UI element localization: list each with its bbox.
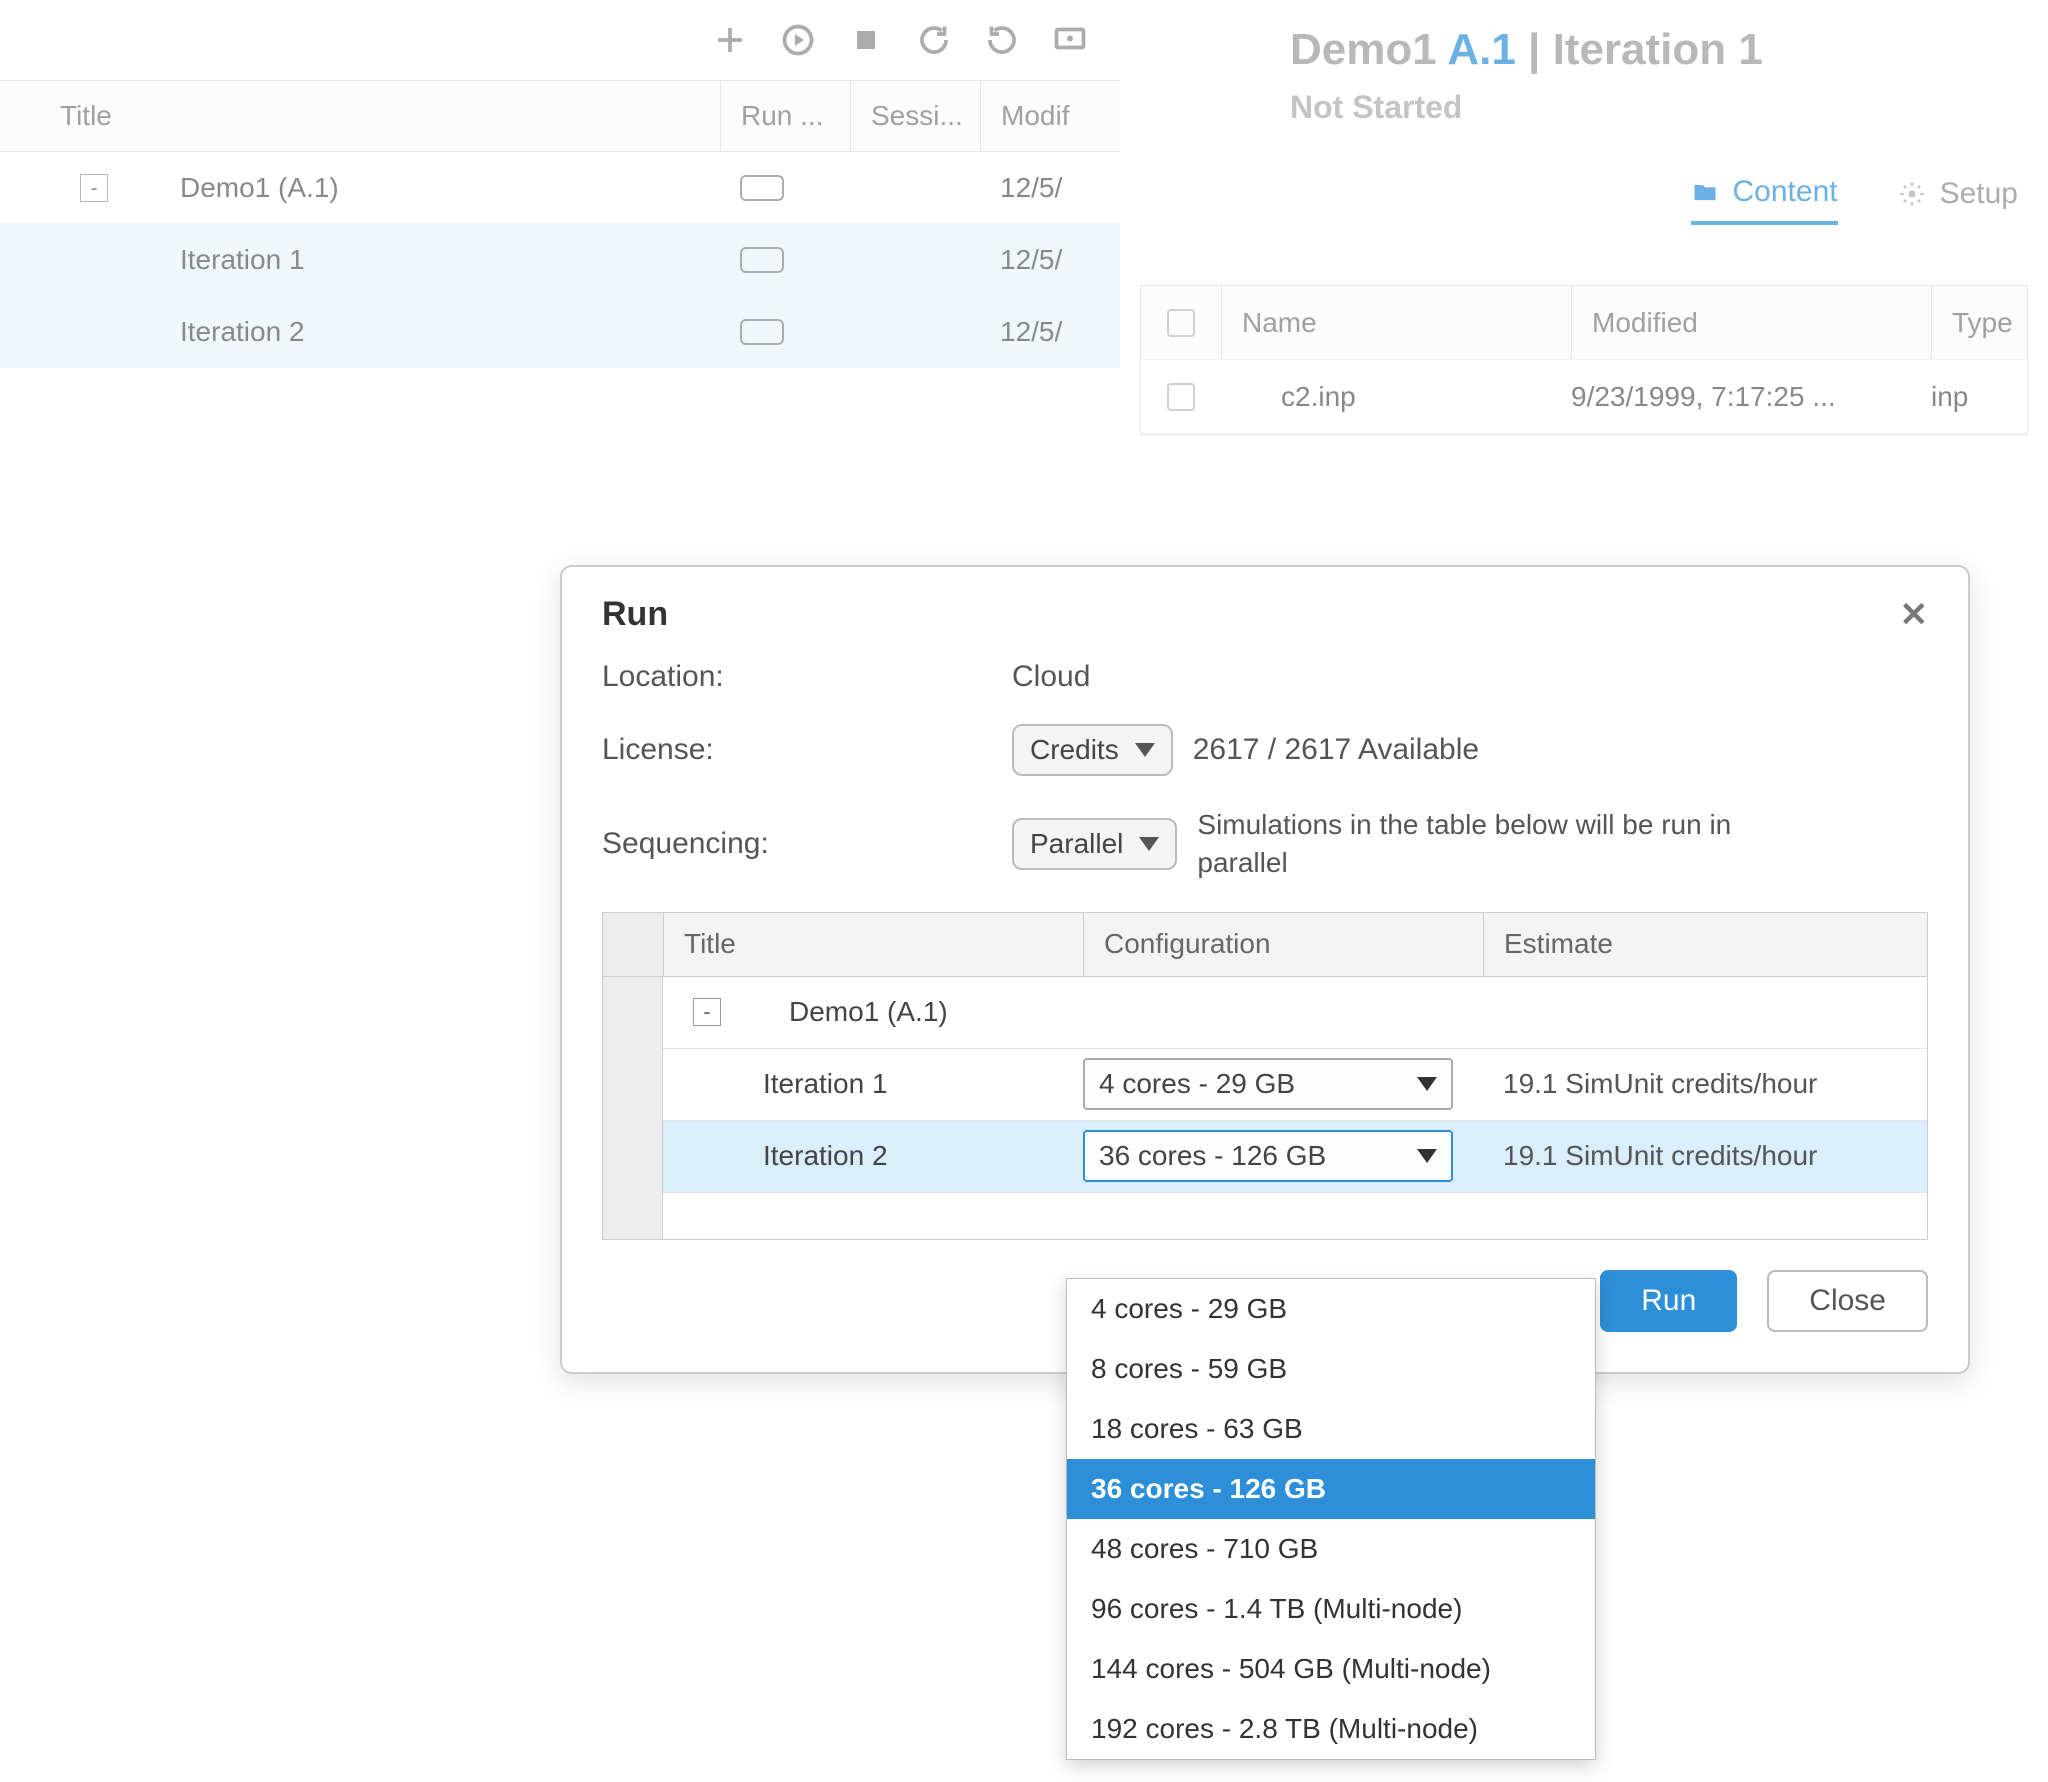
grid-row[interactable]: Iteration 1 4 cores - 29 GB 19.1 SimUnit c… xyxy=(663,1049,1927,1121)
sequencing-select[interactable]: Parallel xyxy=(1012,818,1177,870)
sequencing-hint: Simulations in the table below will be r… xyxy=(1197,806,1737,882)
run-dialog: Run ✕ Location: Cloud License: Credits 2… xyxy=(560,565,1970,1374)
caret-down-icon xyxy=(1135,743,1155,757)
caret-down-icon xyxy=(1417,1077,1437,1091)
collapse-toggle[interactable]: - xyxy=(693,998,721,1026)
config-option[interactable]: 96 cores - 1.4 TB (Multi-node) xyxy=(1067,1579,1595,1639)
config-option[interactable]: 192 cores - 2.8 TB (Multi-node) xyxy=(1067,1699,1595,1759)
grid-row-title: Iteration 1 xyxy=(763,1068,888,1100)
grid-row[interactable]: Iteration 2 36 cores - 126 GB 19.1 SimUnit… xyxy=(663,1121,1927,1193)
config-select[interactable]: 4 cores - 29 GB xyxy=(1083,1058,1453,1110)
close-button[interactable]: Close xyxy=(1767,1270,1928,1332)
config-dropdown-list[interactable]: 4 cores - 29 GB8 cores - 59 GB18 cores -… xyxy=(1066,1278,1596,1760)
grid-col-config[interactable]: Configuration xyxy=(1083,913,1483,976)
config-option[interactable]: 144 cores - 504 GB (Multi-node) xyxy=(1067,1639,1595,1699)
config-option[interactable]: 8 cores - 59 GB xyxy=(1067,1339,1595,1399)
config-option[interactable]: 18 cores - 63 GB xyxy=(1067,1399,1595,1459)
close-icon[interactable]: ✕ xyxy=(1900,598,1929,632)
sequencing-label: Sequencing: xyxy=(602,827,1012,861)
config-option[interactable]: 36 cores - 126 GB xyxy=(1067,1459,1595,1519)
grid-root-title: Demo1 (A.1) xyxy=(789,996,948,1028)
caret-down-icon xyxy=(1139,837,1159,851)
grid-row-title: Iteration 2 xyxy=(763,1140,888,1172)
license-label: License: xyxy=(602,733,1012,767)
license-select[interactable]: Credits xyxy=(1012,724,1173,776)
run-button[interactable]: Run xyxy=(1600,1270,1737,1332)
grid-row-estimate: 19.1 SimUnit credits/hour xyxy=(1483,1140,1927,1172)
config-select[interactable]: 36 cores - 126 GB xyxy=(1083,1130,1453,1182)
grid-row-estimate: 19.1 SimUnit credits/hour xyxy=(1483,1068,1927,1100)
license-availability: 2617 / 2617 Available xyxy=(1193,733,1479,767)
config-option[interactable]: 48 cores - 710 GB xyxy=(1067,1519,1595,1579)
location-value: Cloud xyxy=(1012,660,1928,694)
dialog-title: Run xyxy=(602,595,668,634)
gear-rainbow-icon xyxy=(737,994,773,1030)
config-option[interactable]: 4 cores - 29 GB xyxy=(1067,1279,1595,1339)
grid-col-estimate[interactable]: Estimate xyxy=(1483,913,1927,976)
run-grid: Title Configuration Estimate - Demo1 (A.1… xyxy=(602,912,1928,1240)
caret-down-icon xyxy=(1417,1149,1437,1163)
grid-row-root[interactable]: - Demo1 (A.1) xyxy=(663,977,1927,1049)
location-label: Location: xyxy=(602,660,1012,694)
grid-col-title[interactable]: Title xyxy=(663,913,1083,976)
